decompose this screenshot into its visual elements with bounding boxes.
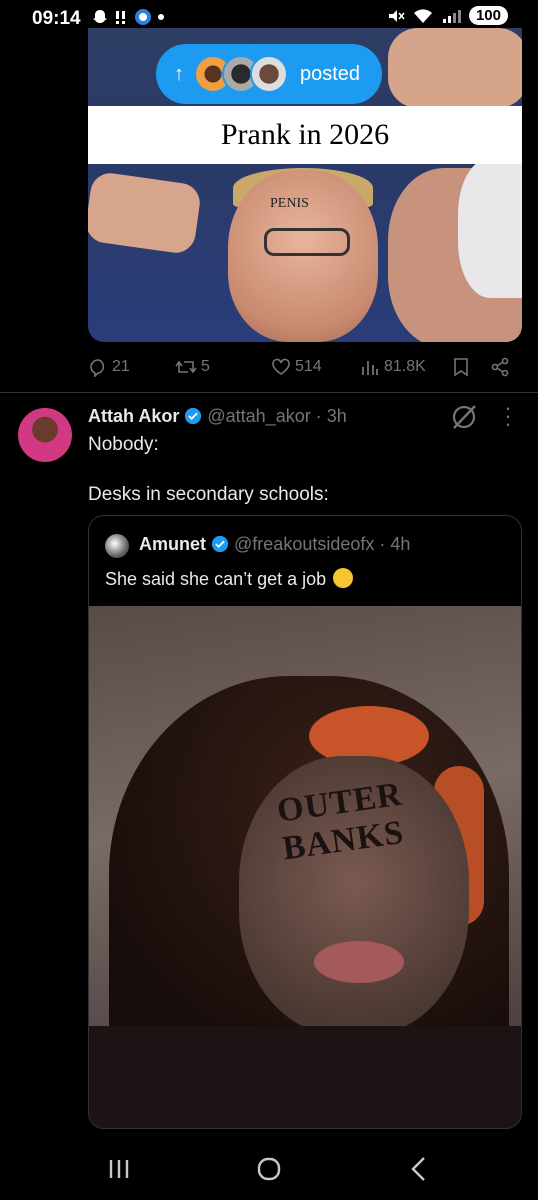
recent-apps-icon[interactable]	[108, 1158, 132, 1180]
avatar	[250, 55, 288, 93]
image-face: PENIS	[228, 170, 378, 342]
system-nav-bar	[0, 1140, 538, 1200]
back-icon[interactable]	[408, 1156, 428, 1182]
reply-count: 21	[112, 358, 130, 375]
quoted-post-image[interactable]: OUTER BANKS	[89, 606, 521, 1128]
post-time: · 3h	[315, 406, 347, 426]
signal-icon	[442, 9, 461, 23]
views-icon	[362, 361, 378, 375]
post-actions: 21 5 514 81.8K	[88, 355, 522, 385]
image-shoulders	[89, 1026, 521, 1128]
more-notifications-dot	[158, 14, 164, 20]
battery-indicator: 100	[468, 6, 508, 25]
post-divider	[0, 392, 538, 393]
home-icon[interactable]	[256, 1156, 282, 1182]
view-count: 81.8K	[384, 358, 426, 375]
image-arm	[388, 28, 522, 108]
quoted-author-avatar	[105, 534, 129, 558]
quoted-post-text: She said she can’t get a job	[105, 569, 327, 589]
quoted-author-handle: @freakoutsideofx	[234, 534, 375, 554]
like-count: 514	[295, 358, 322, 375]
posted-label: posted	[300, 62, 361, 85]
heart-icon	[272, 358, 290, 375]
quoted-post-time: · 4h	[379, 534, 411, 554]
notification-icons	[92, 8, 164, 26]
grok-icon[interactable]	[449, 402, 479, 432]
more-options-icon[interactable]: · · ·	[502, 397, 512, 435]
author-avatar[interactable]	[18, 408, 72, 462]
new-posts-pill[interactable]: ↑ posted	[156, 44, 382, 104]
bookmark-icon	[454, 358, 468, 377]
author-handle: @attah_akor	[207, 406, 311, 426]
verified-badge-icon	[185, 407, 202, 425]
arrow-up-icon: ↑	[174, 62, 184, 85]
author-line[interactable]: Attah Akor @attah_akor · 3h	[88, 406, 347, 427]
share-icon	[491, 357, 509, 377]
views-button[interactable]: 81.8K	[360, 357, 426, 377]
author-name: Attah Akor	[88, 406, 180, 426]
image-glasses	[264, 228, 350, 256]
post-text-line1: Nobody:	[88, 434, 159, 455]
app-icon	[135, 9, 151, 25]
alert-icon	[116, 11, 125, 24]
post-text-line2: Desks in secondary schools:	[88, 484, 329, 505]
face-tattoo-text: PENIS	[270, 196, 309, 211]
quoted-post[interactable]: Amunet @freakoutsideofx · 4h She said sh…	[88, 515, 522, 1129]
thinking-emoji-icon	[333, 568, 354, 588]
bookmark-button[interactable]	[452, 357, 470, 377]
quoted-post-text-line: She said she can’t get a job	[105, 568, 354, 590]
mute-icon	[388, 9, 405, 22]
status-right: 100	[387, 6, 508, 25]
quoted-author-line: Amunet @freakoutsideofx · 4h	[139, 534, 410, 555]
verified-badge-icon	[211, 535, 229, 553]
snapchat-icon	[93, 10, 107, 23]
reply-icon	[90, 359, 105, 377]
reply-button[interactable]: 21	[88, 357, 130, 377]
pill-avatars	[194, 55, 288, 93]
image-lips	[314, 941, 404, 983]
image-caption: Prank in 2026	[220, 118, 390, 151]
repost-count: 5	[201, 358, 210, 375]
status-time: 09:14	[32, 8, 81, 29]
image-pillow	[458, 158, 522, 298]
quoted-author-name: Amunet	[139, 534, 206, 554]
repost-icon	[175, 360, 197, 374]
image-arm-left	[88, 170, 203, 256]
repost-button[interactable]: 5	[175, 357, 210, 377]
share-button[interactable]	[490, 357, 510, 377]
wifi-icon	[413, 8, 432, 23]
like-button[interactable]: 514	[271, 357, 322, 377]
